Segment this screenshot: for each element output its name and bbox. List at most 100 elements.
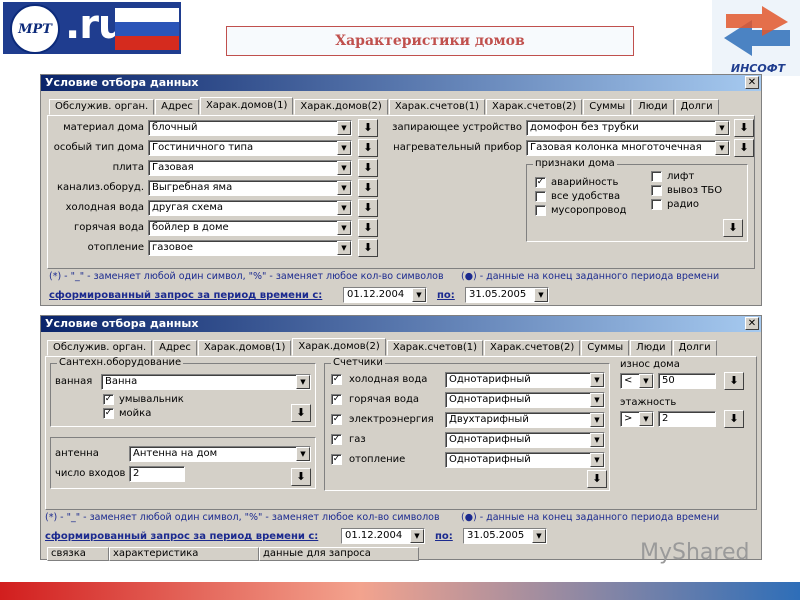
tab-debts[interactable]: Долги — [672, 340, 717, 356]
tab-houses-1[interactable]: Харак.домов(1) — [199, 97, 294, 115]
grid-header-query-data[interactable]: данные для запроса — [259, 547, 419, 561]
tab-houses-2[interactable]: Харак.домов(2) — [292, 338, 386, 356]
query-period-link[interactable]: сформированный запрос за период времени … — [49, 290, 322, 301]
garbage-chute-checkbox[interactable] — [535, 205, 546, 216]
load-button[interactable]: ⬇ — [358, 199, 378, 217]
wear-input[interactable]: 50 — [658, 373, 716, 389]
sink-checkbox[interactable]: ✓ — [103, 394, 114, 405]
row-label: плита — [112, 162, 144, 173]
chevron-down-icon: ▼ — [590, 373, 604, 387]
load-button[interactable]: ⬇ — [291, 404, 311, 422]
load-button[interactable]: ⬇ — [358, 159, 378, 177]
mrt-logo: МРТ .ru — [3, 2, 181, 54]
footnote-wildcards: (*) - "_" - заменяет любой один символ, … — [45, 512, 440, 523]
meter-label: электроэнергия — [349, 414, 434, 425]
load-button[interactable]: ⬇ — [358, 219, 378, 237]
query-period-link[interactable]: сформированный запрос за период времени … — [45, 531, 318, 542]
to-label: по: — [437, 290, 455, 301]
date-from-field[interactable]: 01.12.2004 ▼ — [343, 287, 427, 303]
meter-select[interactable]: Двухтарифный ▼ — [445, 412, 605, 428]
sanitary-group: Сантехн.оборудование ванная Ванна ▼ ✓ умы… — [50, 357, 316, 427]
stove-select[interactable]: Газовая ▼ — [148, 160, 352, 176]
load-button[interactable]: ⬇ — [724, 372, 744, 390]
load-button[interactable]: ⬇ — [724, 410, 744, 428]
load-button[interactable]: ⬇ — [358, 139, 378, 157]
close-icon[interactable]: ✕ — [745, 317, 759, 330]
row-label: материал дома — [63, 122, 144, 133]
cold-water-select[interactable]: другая схема ▼ — [148, 200, 352, 216]
chevron-down-icon: ▼ — [590, 393, 604, 407]
load-button[interactable]: ⬇ — [734, 119, 754, 137]
tab-service-org[interactable]: Обслужив. орган. — [49, 99, 155, 115]
meter-select[interactable]: Однотарифный ▼ — [445, 392, 605, 408]
emergency-checkbox[interactable]: ✓ — [535, 177, 546, 188]
checkbox-label: умывальник — [119, 394, 184, 405]
row-label: холодная вода — [65, 202, 144, 213]
wear-operator[interactable]: < ▼ — [620, 373, 654, 389]
meter-checkbox[interactable]: ✓ — [331, 394, 342, 405]
amenities-checkbox[interactable] — [535, 191, 546, 202]
meter-select[interactable]: Однотарифный ▼ — [445, 452, 605, 468]
tab-houses-2[interactable]: Харак.домов(2) — [294, 99, 388, 115]
entrances-input[interactable]: 2 — [129, 466, 185, 482]
load-button[interactable]: ⬇ — [358, 239, 378, 257]
load-button[interactable]: ⬇ — [291, 468, 311, 486]
page-title: Характеристики домов — [226, 26, 634, 56]
date-from-field[interactable]: 01.12.2004 ▼ — [341, 528, 425, 544]
floors-operator[interactable]: > ▼ — [620, 411, 654, 427]
grid-header-characteristic[interactable]: характеристика — [109, 547, 259, 561]
load-button[interactable]: ⬇ — [734, 139, 754, 157]
tab-accounts-2[interactable]: Харак.счетов(2) — [484, 340, 581, 356]
tab-accounts-1[interactable]: Харак.счетов(1) — [386, 340, 484, 356]
radio-checkbox[interactable] — [651, 199, 662, 210]
tab-bar: Обслужив. орган. Адрес Харак.домов(1) Ха… — [49, 97, 720, 115]
elevator-checkbox[interactable] — [651, 171, 662, 182]
meter-select[interactable]: Однотарифный ▼ — [445, 432, 605, 448]
tab-people[interactable]: Люди — [632, 99, 674, 115]
load-button[interactable]: ⬇ — [587, 470, 607, 488]
floors-input[interactable]: 2 — [658, 411, 716, 427]
material-select[interactable]: блочный ▼ — [148, 120, 352, 136]
window-title: Условие отбора данных ✕ — [41, 316, 761, 332]
chevron-down-icon: ▼ — [296, 447, 310, 461]
tab-people[interactable]: Люди — [630, 340, 672, 356]
meter-select[interactable]: Однотарифный ▼ — [445, 372, 605, 388]
tab-accounts-2[interactable]: Харак.счетов(2) — [486, 99, 583, 115]
chevron-down-icon: ▼ — [412, 288, 426, 302]
lock-select[interactable]: домофон без трубки ▼ — [526, 120, 730, 136]
meter-checkbox[interactable]: ✓ — [331, 414, 342, 425]
tab-sums[interactable]: Суммы — [581, 340, 630, 356]
bath-select[interactable]: Ванна ▼ — [101, 374, 311, 390]
meter-checkbox[interactable]: ✓ — [331, 374, 342, 385]
chevron-down-icon: ▼ — [337, 121, 351, 135]
meter-checkbox[interactable]: ✓ — [331, 434, 342, 445]
tab-address[interactable]: Адрес — [155, 99, 199, 115]
wash-checkbox[interactable]: ✓ — [103, 408, 114, 419]
antenna-select[interactable]: Антенна на дом ▼ — [129, 446, 311, 462]
tab-sums[interactable]: Суммы — [583, 99, 632, 115]
chevron-down-icon: ▼ — [337, 201, 351, 215]
sewage-select[interactable]: Выгребная яма ▼ — [148, 180, 352, 196]
to-label: по: — [435, 531, 453, 542]
tab-houses-1[interactable]: Харак.домов(1) — [197, 340, 292, 356]
date-to-field[interactable]: 31.05.2005 ▼ — [465, 287, 549, 303]
meter-checkbox[interactable]: ✓ — [331, 454, 342, 465]
load-button[interactable]: ⬇ — [358, 119, 378, 137]
close-icon[interactable]: ✕ — [745, 76, 759, 89]
grid-header-link[interactable]: связка — [47, 547, 109, 561]
tab-accounts-1[interactable]: Харак.счетов(1) — [388, 99, 486, 115]
heater-select[interactable]: Газовая колонка многоточечная ▼ — [526, 140, 730, 156]
hot-water-select[interactable]: бойлер в доме ▼ — [148, 220, 352, 236]
tab-address[interactable]: Адрес — [153, 340, 197, 356]
chevron-down-icon: ▼ — [337, 181, 351, 195]
tab-debts[interactable]: Долги — [674, 99, 719, 115]
checkbox-label: мусоропровод — [551, 205, 627, 216]
load-button[interactable]: ⬇ — [358, 179, 378, 197]
house-features-group: признаки дома ✓ аварийность все удобства… — [526, 158, 748, 242]
load-button[interactable]: ⬇ — [723, 219, 743, 237]
house-type-select[interactable]: Гостиничного типа ▼ — [148, 140, 352, 156]
date-to-field[interactable]: 31.05.2005 ▼ — [463, 528, 547, 544]
heating-select[interactable]: газовое ▼ — [148, 240, 352, 256]
waste-removal-checkbox[interactable] — [651, 185, 662, 196]
tab-service-org[interactable]: Обслужив. орган. — [47, 340, 153, 356]
